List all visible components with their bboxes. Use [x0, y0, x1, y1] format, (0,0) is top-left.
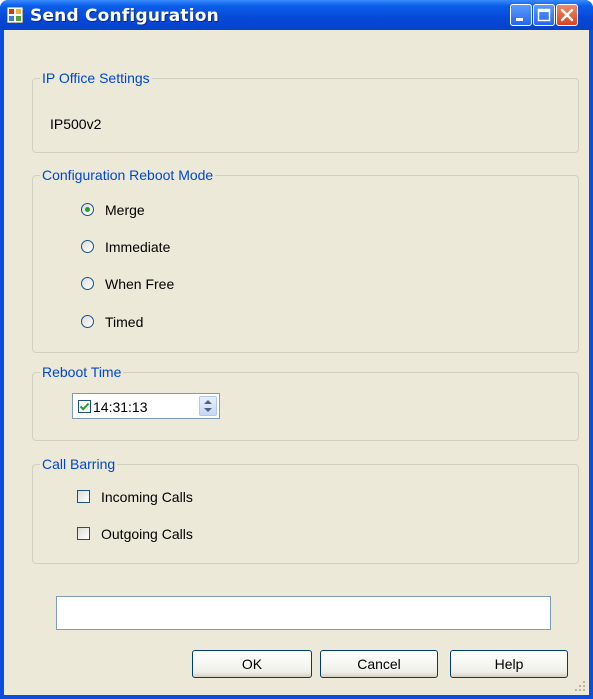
size-grip-icon[interactable]: [574, 680, 586, 692]
help-button[interactable]: Help: [450, 650, 568, 678]
radio-merge-label[interactable]: Merge: [105, 202, 145, 218]
radio-immediate-label[interactable]: Immediate: [105, 239, 170, 255]
outgoing-calls-checkbox[interactable]: [77, 527, 90, 540]
minimize-button[interactable]: [510, 4, 532, 26]
window-title: Send Configuration: [30, 6, 219, 26]
radio-timed-label[interactable]: Timed: [105, 314, 143, 330]
radio-when-free-label[interactable]: When Free: [105, 276, 174, 292]
incoming-calls-label[interactable]: Incoming Calls: [101, 489, 193, 505]
ip-office-settings-legend: IP Office Settings: [40, 70, 152, 86]
cancel-button[interactable]: Cancel: [320, 650, 438, 678]
radio-immediate-button[interactable]: [81, 240, 94, 253]
reboot-time-value[interactable]: 14:31:13: [93, 399, 148, 415]
spin-up-icon: [204, 400, 212, 404]
radio-timed-button[interactable]: [81, 315, 94, 328]
incoming-calls-checkbox[interactable]: [77, 490, 90, 503]
radio-merge-button[interactable]: [81, 203, 94, 216]
time-spinner[interactable]: [199, 396, 217, 416]
app-icon: [6, 6, 24, 24]
reboot-time-legend: Reboot Time: [40, 364, 124, 380]
reboot-time-picker[interactable]: 14:31:13: [72, 393, 220, 419]
reboot-time-enable-checkbox[interactable]: [78, 400, 91, 413]
radio-when-free-button[interactable]: [81, 277, 94, 290]
close-button[interactable]: [556, 4, 578, 26]
status-field: [56, 596, 551, 630]
radio-selected-dot: [85, 207, 90, 212]
system-type-label: IP500v2: [50, 116, 102, 132]
maximize-button[interactable]: [533, 4, 555, 26]
ip-office-settings-group: IP Office Settings IP500v2: [32, 70, 579, 153]
checkmark-icon: [79, 402, 90, 411]
call-barring-group: Call Barring Incoming Calls Outgoing Cal…: [32, 456, 579, 564]
spin-up-down-icon[interactable]: [200, 397, 216, 415]
reboot-mode-legend: Configuration Reboot Mode: [40, 167, 216, 183]
call-barring-legend: Call Barring: [40, 456, 118, 472]
ok-button[interactable]: OK: [192, 650, 312, 678]
dialog-client-area: IP Office Settings IP500v2 Configuration…: [4, 30, 589, 695]
outgoing-calls-label[interactable]: Outgoing Calls: [101, 526, 193, 542]
reboot-mode-group: Configuration Reboot Mode Merge Immediat…: [32, 167, 579, 353]
close-icon: [560, 8, 574, 22]
minimize-icon: [516, 18, 523, 21]
spin-down-icon: [204, 408, 212, 412]
title-bar[interactable]: Send Configuration: [0, 0, 593, 30]
maximize-icon: [537, 8, 551, 22]
